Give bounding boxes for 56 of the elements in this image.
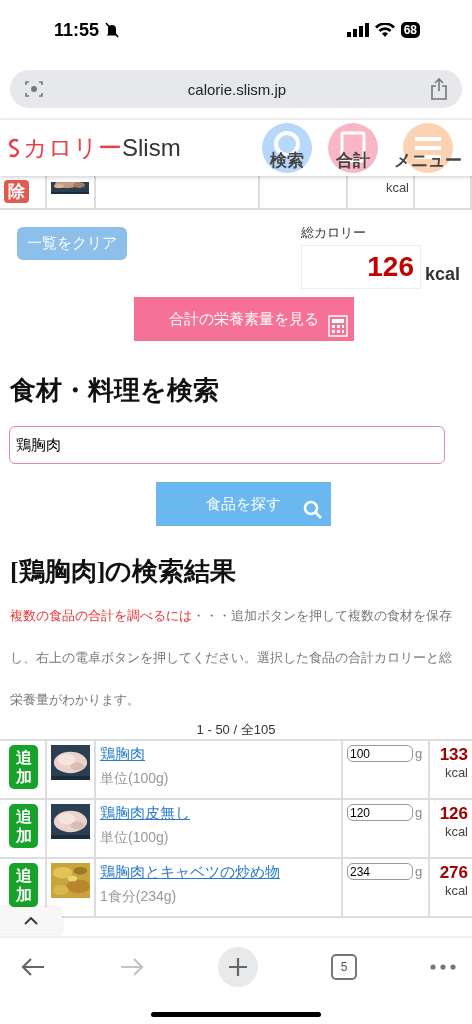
url-text: calorie.slism.jp bbox=[187, 80, 287, 98]
calorie-value: 126 bbox=[438, 804, 468, 824]
swirl-icon bbox=[8, 138, 20, 158]
calculator-icon bbox=[328, 123, 378, 173]
kcal-unit: kcal bbox=[384, 180, 409, 195]
calorie-value: 133 bbox=[438, 745, 468, 765]
grams-field[interactable]: 234 bbox=[347, 863, 413, 880]
bell-off-icon bbox=[105, 22, 120, 38]
site-logo[interactable]: カロリーSlism bbox=[8, 132, 181, 164]
add-button[interactable]: 追加 bbox=[9, 804, 38, 848]
search-icon bbox=[262, 123, 312, 173]
serving-unit: 1食分(234g) bbox=[100, 888, 178, 906]
nav-button[interactable]: メニュー bbox=[394, 123, 462, 173]
food-link[interactable]: 鶏胸肉 bbox=[100, 745, 337, 764]
chevron-up-icon bbox=[24, 917, 38, 925]
kcal-unit: kcal bbox=[443, 824, 468, 839]
new-tab-button[interactable] bbox=[218, 947, 258, 987]
kcal-unit: kcal bbox=[424, 264, 460, 285]
search-heading: 食材・料理を検索 bbox=[10, 375, 220, 407]
remove-button[interactable]: 除 bbox=[4, 180, 29, 203]
signal-icon bbox=[346, 23, 369, 37]
wifi-icon bbox=[374, 23, 395, 37]
nav-button[interactable]: 合計 bbox=[328, 123, 378, 173]
search-icon bbox=[302, 500, 323, 520]
instruction-text: 複数の食品の合計を調べるには・・・追加ボタンを押して複数の食材を保存し、右上の電卓ボタンを押してください。選択した食品の合計カロリーと総栄養量がわかります。 bbox=[10, 607, 453, 709]
calorie-value: 276 bbox=[438, 863, 468, 883]
grams-field[interactable]: 120 bbox=[347, 804, 413, 821]
camera-scan-icon[interactable] bbox=[24, 79, 44, 99]
total-calorie-label: 総カロリー bbox=[300, 224, 367, 242]
food-link[interactable]: 鶏胸肉とキャベツの炒め物 bbox=[100, 863, 337, 882]
kcal-unit: kcal bbox=[443, 765, 468, 780]
calculator-icon bbox=[328, 315, 348, 337]
serving-unit: 単位(100g) bbox=[100, 829, 170, 847]
add-button[interactable]: 追加 bbox=[9, 863, 38, 907]
grams-field[interactable]: 100 bbox=[347, 745, 413, 762]
back-button[interactable] bbox=[20, 957, 46, 977]
address-bar[interactable]: calorie.slism.jp bbox=[10, 70, 462, 108]
result-count: 1 - 50 / 全105 bbox=[195, 721, 277, 739]
gram-unit: g bbox=[415, 746, 423, 761]
food-link[interactable]: 鶏胸肉皮無し bbox=[100, 804, 337, 823]
status-time: 11:55 bbox=[54, 19, 100, 41]
more-button[interactable] bbox=[430, 964, 456, 970]
gram-unit: g bbox=[415, 864, 423, 879]
kcal-unit: kcal bbox=[443, 883, 468, 898]
search-field[interactable]: 鶏胸肉 bbox=[9, 426, 445, 464]
battery-level: 68 bbox=[400, 22, 420, 38]
tabs-button[interactable]: 5 bbox=[331, 954, 357, 980]
collapse-button[interactable] bbox=[0, 907, 62, 934]
add-button[interactable]: 追加 bbox=[9, 745, 38, 789]
share-icon[interactable] bbox=[430, 78, 448, 100]
results-heading: [鶏胸肉]の検索結果 bbox=[10, 556, 238, 588]
total-calorie-box: 126 bbox=[300, 245, 421, 289]
gram-unit: g bbox=[415, 805, 423, 820]
plus-icon bbox=[228, 957, 248, 977]
serving-unit: 単位(100g) bbox=[100, 770, 170, 788]
nav-button[interactable]: 検索 bbox=[262, 123, 312, 173]
